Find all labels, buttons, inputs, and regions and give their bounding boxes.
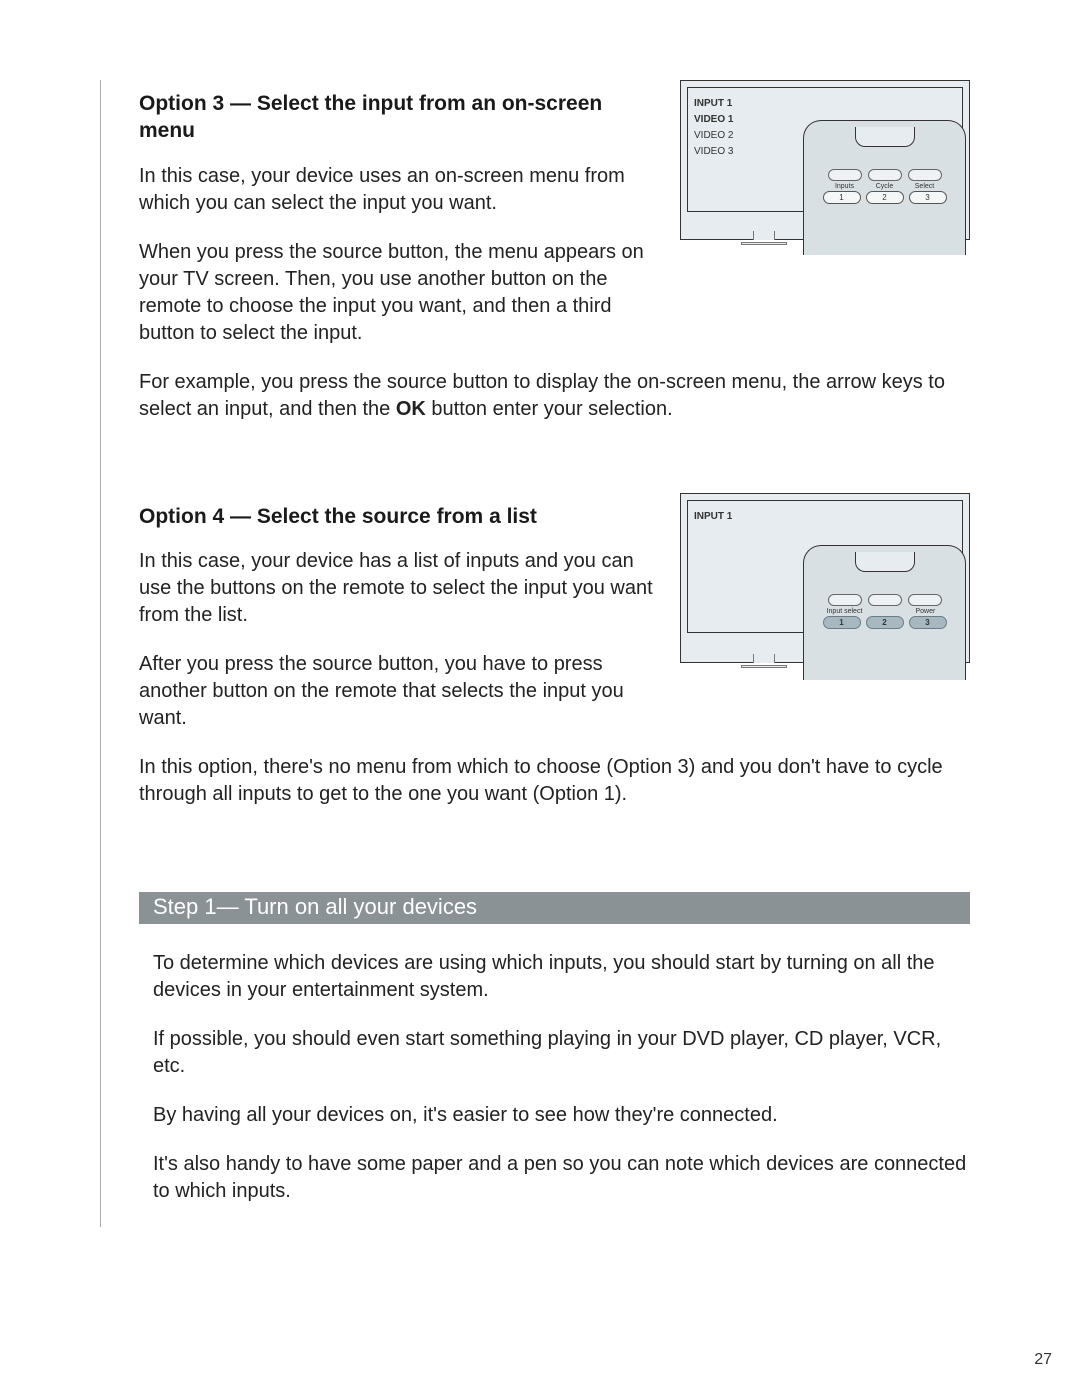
option3-p3: For example, you press the source button… [139,369,970,423]
tv-screen: INPUT 1 VIDEO 1 VIDEO 2 VIDEO 3 Inputs C… [687,87,963,212]
remote-num-button: 2 [866,616,904,629]
remote-num-button: 3 [909,616,947,629]
remote-num-row: 1 2 3 [804,616,965,629]
option3-p2: When you press the source button, the me… [139,239,660,347]
remote-num-button: 3 [909,191,947,204]
ok-bold: OK [396,398,426,420]
remote-button-label: Select [908,183,942,190]
remote-button [868,594,902,606]
remote-button [908,169,942,181]
remote-button-label: Cycle [868,183,902,190]
remote-button-label: Power [908,608,942,615]
tv-base [741,665,787,668]
tv-stand [753,654,775,663]
option4-p2: After you press the source button, you h… [139,651,660,732]
tv-screen: INPUT 1 Input select Power 1 2 [687,500,963,633]
spacer [139,445,970,493]
tv-stand [753,231,775,240]
remote-control: Input select Power 1 2 3 [803,545,966,680]
onscreen-menu: INPUT 1 VIDEO 1 VIDEO 2 VIDEO 3 [694,96,733,160]
step1-p3: By having all your devices on, it's easi… [153,1102,970,1129]
onscreen-menu: INPUT 1 [694,509,732,525]
remote-ir-window [855,552,915,572]
remote-button [828,594,862,606]
option4-heading: Option 4 — Select the source from a list [139,503,660,530]
remote-top-row: Inputs Cycle Select [804,169,965,190]
remote-num-button: 1 [823,191,861,204]
menu-item: INPUT 1 [694,96,733,112]
option3-heading: Option 3 — Select the input from an on-s… [139,90,660,145]
step1-p1: To determine which devices are using whi… [153,950,970,1004]
option3-textcol: Option 3 — Select the input from an on-s… [139,80,660,369]
option3-p1: In this case, your device uses an on-scr… [139,163,660,217]
tv-frame: INPUT 1 Input select Power 1 2 [680,493,970,663]
remote-button-label: Input select [827,608,863,615]
option4-p3: In this option, there's no menu from whi… [139,754,970,808]
menu-item: VIDEO 2 [694,128,733,144]
remote-top-row: Input select Power [804,594,965,615]
menu-item: VIDEO 1 [694,112,733,128]
remote-button [868,169,902,181]
content-column: Option 3 — Select the input from an on-s… [101,80,980,1205]
menu-item: INPUT 1 [694,509,732,525]
remote-num-row: 1 2 3 [804,191,965,204]
option4-p1: In this case, your device has a list of … [139,548,660,629]
remote-button [908,594,942,606]
option3-row: Option 3 — Select the input from an on-s… [139,80,970,369]
remote-num-button: 2 [866,191,904,204]
step1-p4: It's also handy to have some paper and a… [153,1151,970,1205]
option4-row: Option 4 — Select the source from a list… [139,493,970,754]
remote-ir-window [855,127,915,147]
step1-heading: Step 1— Turn on all your devices [139,892,970,924]
page-number: 27 [1034,1351,1052,1369]
option3-figure: INPUT 1 VIDEO 1 VIDEO 2 VIDEO 3 Inputs C… [680,80,970,240]
tv-base [741,242,787,245]
menu-item: VIDEO 3 [694,144,733,160]
remote-control: Inputs Cycle Select 1 2 3 [803,120,966,255]
text-fragment: button enter your selection. [426,398,673,420]
option4-textcol: Option 4 — Select the source from a list… [139,493,660,754]
option4-figure: INPUT 1 Input select Power 1 2 [680,493,970,663]
step1-content: To determine which devices are using whi… [139,950,970,1205]
remote-num-button: 1 [823,616,861,629]
page-frame: Option 3 — Select the input from an on-s… [100,80,980,1227]
remote-button [828,169,862,181]
remote-button-label: Inputs [828,183,862,190]
step1-p2: If possible, you should even start somet… [153,1026,970,1080]
tv-frame: INPUT 1 VIDEO 1 VIDEO 2 VIDEO 3 Inputs C… [680,80,970,240]
